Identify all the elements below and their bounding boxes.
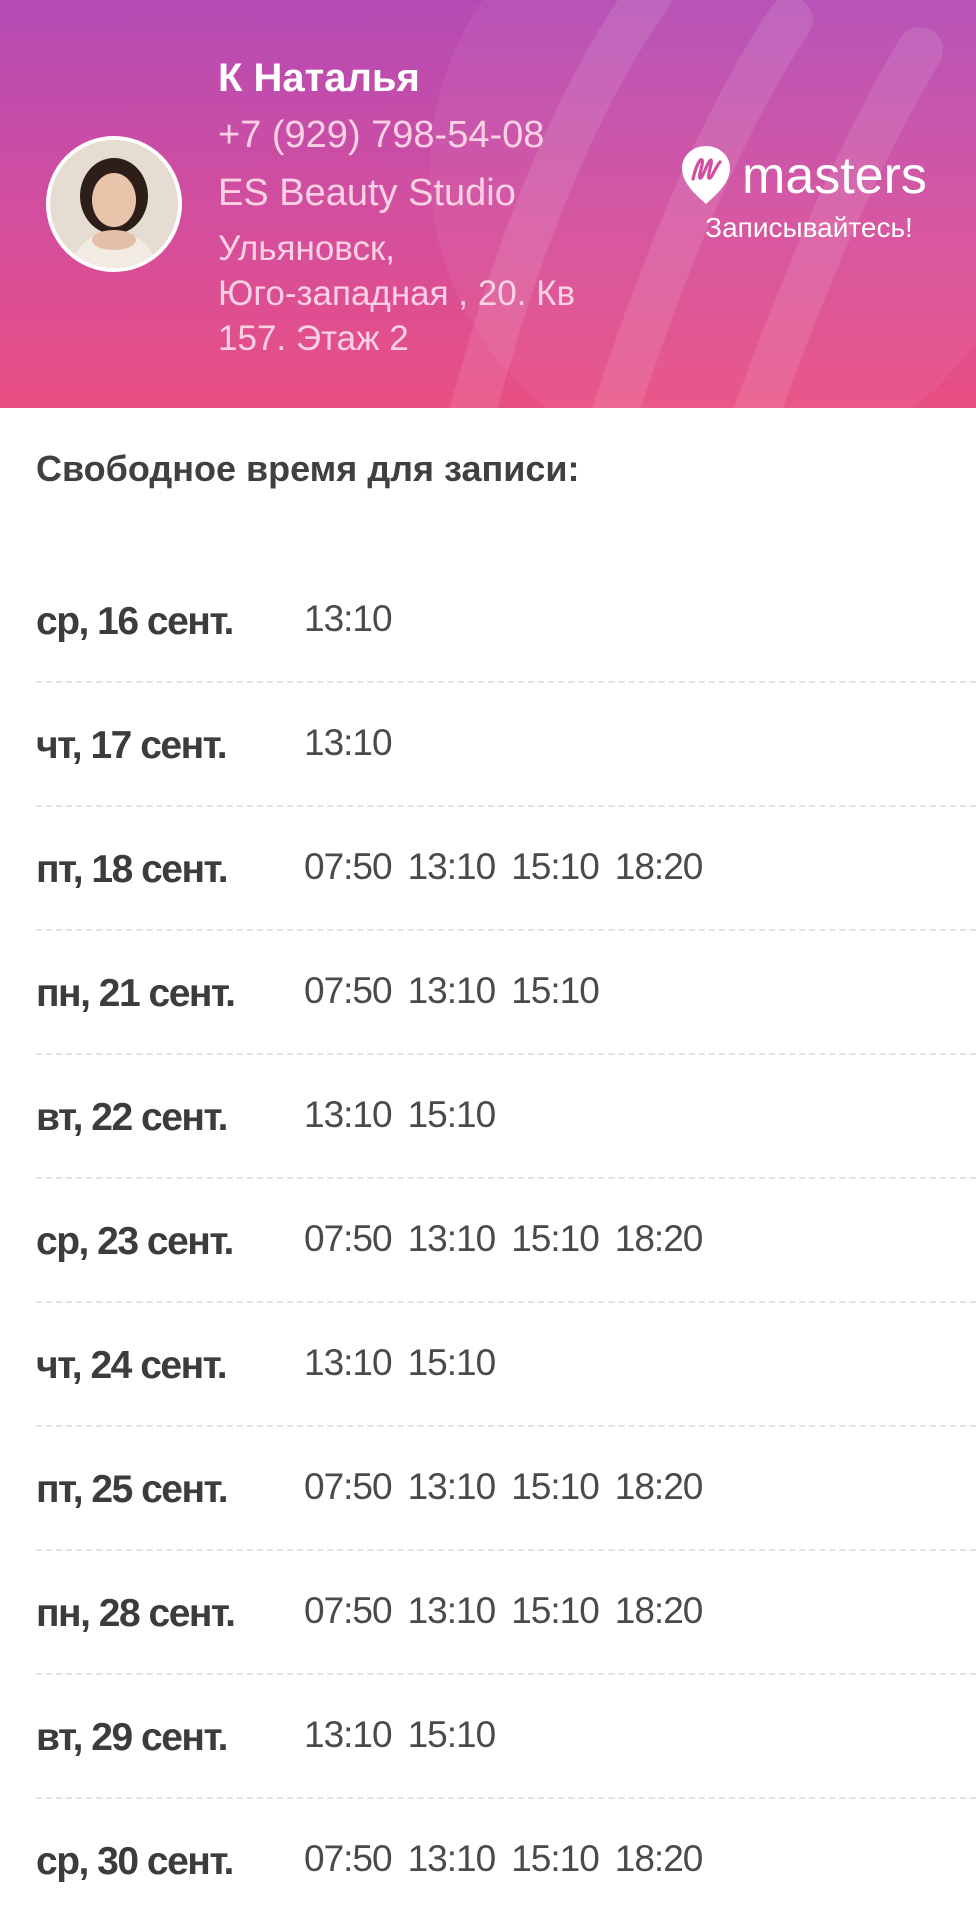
time-slot[interactable]: 18:20 xyxy=(615,1466,704,1508)
schedule-row: ср, 30 сент. 07:50 13:10 15:10 18:20 xyxy=(0,1800,976,1924)
time-slot[interactable]: 15:10 xyxy=(408,1342,497,1384)
schedule-date: пн, 28 сент. xyxy=(36,1592,236,1635)
row-divider xyxy=(36,681,976,683)
schedule-row: вт, 29 сент. 13:10 15:10 xyxy=(0,1676,976,1800)
studio-name: ES Beauty Studio xyxy=(218,172,516,214)
schedule-date: ср, 30 сент. xyxy=(36,1840,234,1883)
time-slot[interactable]: 13:10 xyxy=(408,1466,497,1508)
time-slot[interactable]: 13:10 xyxy=(304,1094,393,1136)
schedule-list: ср, 16 сент. 13:10 чт, 17 сент. 13:10 пт, 18… xyxy=(0,560,976,1924)
time-slot[interactable]: 13:10 xyxy=(408,1590,497,1632)
time-slots: 07:50 13:10 15:10 18:20 xyxy=(304,1218,704,1260)
schedule-date: пт, 18 сент. xyxy=(36,848,229,891)
schedule-date: вт, 22 сент. xyxy=(36,1096,228,1139)
time-slots: 13:10 xyxy=(304,722,393,764)
time-slots: 07:50 13:10 15:10 18:20 xyxy=(304,1838,704,1880)
time-slots: 13:10 15:10 xyxy=(304,1342,497,1384)
time-slot[interactable]: 07:50 xyxy=(304,1466,393,1508)
row-divider xyxy=(36,1053,976,1055)
time-slot[interactable]: 07:50 xyxy=(304,846,393,888)
row-divider xyxy=(36,1797,976,1799)
row-divider xyxy=(36,1673,976,1675)
phone-number[interactable]: +7 (929) 798-54-08 xyxy=(218,106,658,164)
time-slot[interactable]: 13:10 xyxy=(304,1342,393,1384)
time-slot[interactable]: 15:10 xyxy=(511,1590,600,1632)
time-slot[interactable]: 13:10 xyxy=(304,598,393,640)
row-divider xyxy=(36,805,976,807)
address: Ульяновск, Юго-западная , 20. Кв 157. Эт… xyxy=(218,229,576,358)
time-slot[interactable]: 18:20 xyxy=(615,846,704,888)
time-slot[interactable]: 13:10 xyxy=(408,1838,497,1880)
row-divider xyxy=(36,1425,976,1427)
brand-name: masters xyxy=(742,147,927,205)
time-slot[interactable]: 15:10 xyxy=(511,1466,600,1508)
time-slots: 13:10 xyxy=(304,598,393,640)
schedule-date: пт, 25 сент. xyxy=(36,1468,229,1511)
time-slot[interactable]: 13:10 xyxy=(304,722,393,764)
schedule-row: пт, 25 сент. 07:50 13:10 15:10 18:20 xyxy=(0,1428,976,1552)
time-slot[interactable]: 13:10 xyxy=(408,846,497,888)
schedule-row: вт, 22 сент. 13:10 15:10 xyxy=(0,1056,976,1180)
time-slot[interactable]: 15:10 xyxy=(511,846,600,888)
schedule-date: пн, 21 сент. xyxy=(36,972,236,1015)
time-slot[interactable]: 13:10 xyxy=(304,1714,393,1756)
section-title: Свободное время для записи: xyxy=(36,448,580,489)
time-slot[interactable]: 13:10 xyxy=(408,970,497,1012)
schedule-row: чт, 24 сент. 13:10 15:10 xyxy=(0,1304,976,1428)
brand-tagline: Записывайтесь! xyxy=(705,212,913,243)
time-slots: 07:50 13:10 15:10 18:20 xyxy=(304,846,704,888)
time-slot[interactable]: 15:10 xyxy=(408,1714,497,1756)
schedule-date: вт, 29 сент. xyxy=(36,1716,228,1759)
time-slot[interactable]: 13:10 xyxy=(408,1218,497,1260)
master-name: К Наталья xyxy=(218,56,420,100)
master-header: К Наталья +7 (929) 798-54-08 ES Beauty S… xyxy=(0,0,976,408)
row-divider xyxy=(36,929,976,931)
time-slots: 07:50 13:10 15:10 18:20 xyxy=(304,1466,704,1508)
time-slots: 13:10 15:10 xyxy=(304,1094,497,1136)
schedule-row: чт, 17 сент. 13:10 xyxy=(0,684,976,808)
schedule-date: чт, 24 сент. xyxy=(36,1344,228,1387)
time-slots: 07:50 13:10 15:10 xyxy=(304,970,600,1012)
schedule-date: чт, 17 сент. xyxy=(36,724,228,767)
brand-logo-block[interactable]: masters Записывайтесь! xyxy=(680,146,950,244)
time-slot[interactable]: 07:50 xyxy=(304,1838,393,1880)
schedule-date: ср, 23 сент. xyxy=(36,1220,234,1263)
time-slot[interactable]: 18:20 xyxy=(615,1218,704,1260)
avatar-photo xyxy=(50,140,178,268)
time-slot[interactable]: 07:50 xyxy=(304,970,393,1012)
time-slot[interactable]: 18:20 xyxy=(615,1590,704,1632)
avatar xyxy=(46,136,182,272)
time-slot[interactable]: 18:20 xyxy=(615,1838,704,1880)
row-divider xyxy=(36,1301,976,1303)
time-slot[interactable]: 15:10 xyxy=(408,1094,497,1136)
time-slot[interactable]: 07:50 xyxy=(304,1218,393,1260)
time-slots: 13:10 15:10 xyxy=(304,1714,497,1756)
schedule-row: пн, 21 сент. 07:50 13:10 15:10 xyxy=(0,932,976,1056)
time-slot[interactable]: 15:10 xyxy=(511,1838,600,1880)
time-slot[interactable]: 15:10 xyxy=(511,970,600,1012)
schedule-date: ср, 16 сент. xyxy=(36,600,234,643)
masters-logo-icon xyxy=(682,146,730,204)
row-divider xyxy=(36,1549,976,1551)
time-slot[interactable]: 15:10 xyxy=(511,1218,600,1260)
schedule-row: ср, 16 сент. 13:10 xyxy=(0,560,976,684)
time-slot[interactable]: 07:50 xyxy=(304,1590,393,1632)
schedule-row: пт, 18 сент. 07:50 13:10 15:10 18:20 xyxy=(0,808,976,932)
schedule-row: ср, 23 сент. 07:50 13:10 15:10 18:20 xyxy=(0,1180,976,1304)
row-divider xyxy=(36,1177,976,1179)
time-slots: 07:50 13:10 15:10 18:20 xyxy=(304,1590,704,1632)
schedule-row: пн, 28 сент. 07:50 13:10 15:10 18:20 xyxy=(0,1552,976,1676)
